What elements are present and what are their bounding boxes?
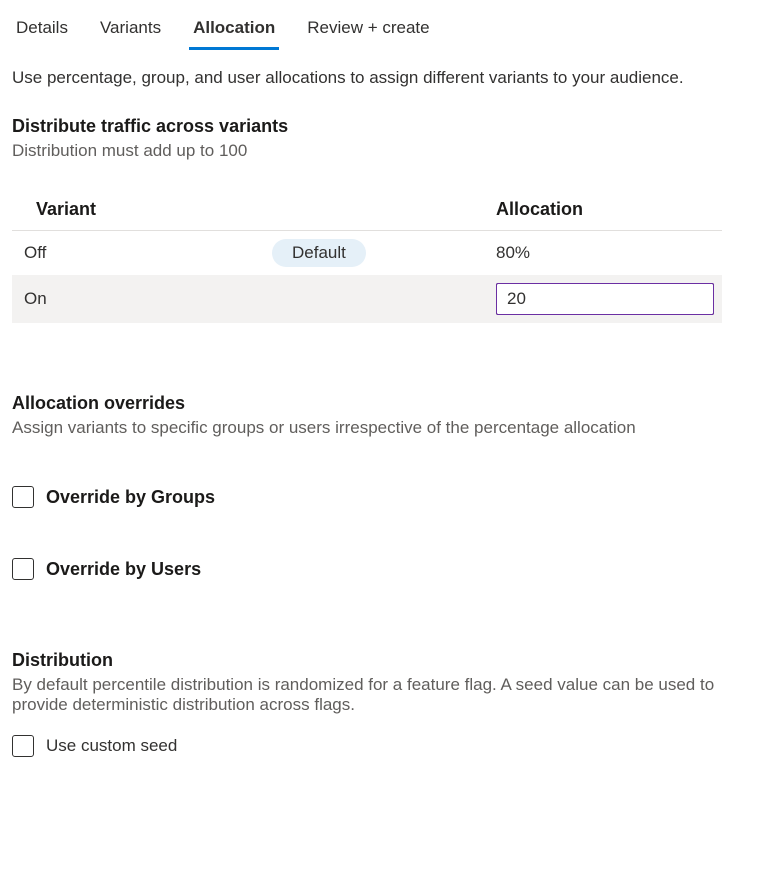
override-users-row: Override by Users (12, 558, 770, 580)
override-groups-label: Override by Groups (46, 487, 215, 508)
distribution-section: Distribution By default percentile distr… (12, 650, 770, 757)
tab-allocation[interactable]: Allocation (189, 10, 279, 50)
override-groups-row: Override by Groups (12, 486, 770, 508)
allocation-panel: Use percentage, group, and user allocati… (0, 50, 782, 777)
distribute-section: Distribute traffic across variants Distr… (12, 116, 770, 323)
allocation-input[interactable] (496, 283, 714, 315)
default-badge: Default (272, 239, 366, 267)
use-seed-checkbox[interactable] (12, 735, 34, 757)
override-groups-checkbox[interactable] (12, 486, 34, 508)
table-row: On (12, 275, 722, 323)
use-seed-row: Use custom seed (12, 735, 770, 757)
overrides-sub: Assign variants to specific groups or us… (12, 418, 732, 438)
distribute-sub: Distribution must add up to 100 (12, 141, 770, 161)
allocation-input-cell (496, 283, 722, 315)
intro-text: Use percentage, group, and user allocati… (12, 68, 770, 88)
variant-table: Variant Allocation Off Default 80% On (12, 189, 722, 323)
variant-name: Off (24, 243, 272, 263)
override-users-label: Override by Users (46, 559, 201, 580)
col-variant: Variant (36, 199, 496, 220)
distribution-sub: By default percentile distribution is ra… (12, 675, 732, 715)
overrides-title: Allocation overrides (12, 393, 770, 414)
table-row: Off Default 80% (12, 231, 722, 275)
tab-variants[interactable]: Variants (96, 10, 165, 50)
override-users-checkbox[interactable] (12, 558, 34, 580)
allocation-display: 80% (496, 243, 722, 263)
variant-table-header: Variant Allocation (12, 189, 722, 231)
distribution-title: Distribution (12, 650, 770, 671)
distribute-title: Distribute traffic across variants (12, 116, 770, 137)
variant-name: On (24, 289, 272, 309)
tab-details[interactable]: Details (12, 10, 72, 50)
variant-badge-cell: Default (272, 239, 496, 267)
tab-review-create[interactable]: Review + create (303, 10, 433, 50)
tab-bar: Details Variants Allocation Review + cre… (0, 0, 782, 50)
use-seed-label: Use custom seed (46, 736, 177, 756)
overrides-section: Allocation overrides Assign variants to … (12, 393, 770, 580)
col-allocation: Allocation (496, 199, 722, 220)
